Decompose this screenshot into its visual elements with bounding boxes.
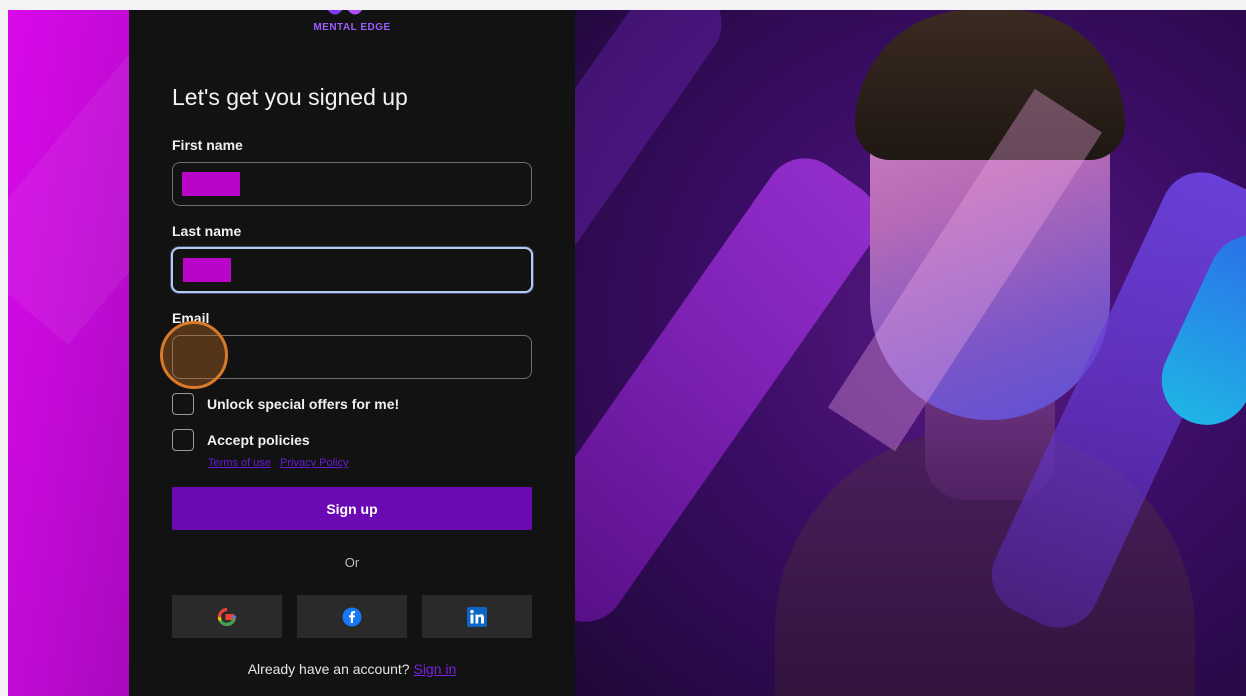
or-divider: Or: [344, 555, 360, 570]
terms-link[interactable]: Terms of use: [208, 457, 271, 469]
sign-in-link[interactable]: Sign in: [413, 661, 456, 677]
policy-links: Terms of use Privacy Policy: [208, 457, 355, 469]
google-sign-in-button[interactable]: [172, 595, 282, 638]
page-title: Let's get you signed up: [172, 84, 408, 110]
linkedin-icon: [467, 606, 487, 627]
last-name-field[interactable]: [171, 247, 533, 293]
last-name-label: Last name: [172, 223, 242, 239]
first-name-field[interactable]: [172, 162, 532, 206]
offers-checkbox[interactable]: [172, 393, 194, 415]
sign-up-button[interactable]: Sign up: [172, 487, 532, 530]
logo-text: MENTAL EDGE: [313, 22, 391, 33]
signup-form-panel: MENTAL EDGE Let's get you signed up Firs…: [129, 10, 575, 696]
logo-mark-icon: [327, 10, 363, 15]
click-indicator: [160, 321, 228, 389]
facebook-icon: [342, 607, 362, 626]
hero-artwork: [575, 10, 1246, 696]
brand-logo: MENTAL EDGE: [129, 10, 575, 40]
privacy-link[interactable]: Privacy Policy: [280, 457, 348, 469]
offers-option[interactable]: Unlock special offers for me!: [172, 393, 399, 415]
policies-checkbox[interactable]: [172, 429, 194, 451]
have-account-text: Already have an account?: [247, 661, 410, 677]
facebook-sign-in-button[interactable]: [297, 595, 407, 638]
offers-label: Unlock special offers for me!: [207, 396, 400, 412]
policies-option[interactable]: Accept policies: [172, 429, 310, 451]
signup-page: MENTAL EDGE Let's get you signed up Firs…: [8, 10, 1246, 696]
redacted-value: [183, 258, 231, 282]
sign-in-prompt: Already have an account? Sign in: [129, 661, 575, 677]
first-name-label: First name: [172, 137, 243, 153]
google-icon: [217, 607, 237, 626]
policies-label: Accept policies: [207, 432, 310, 448]
linkedin-sign-in-button[interactable]: [422, 595, 532, 638]
left-gradient-strip: [8, 10, 129, 696]
redacted-value: [182, 172, 240, 196]
